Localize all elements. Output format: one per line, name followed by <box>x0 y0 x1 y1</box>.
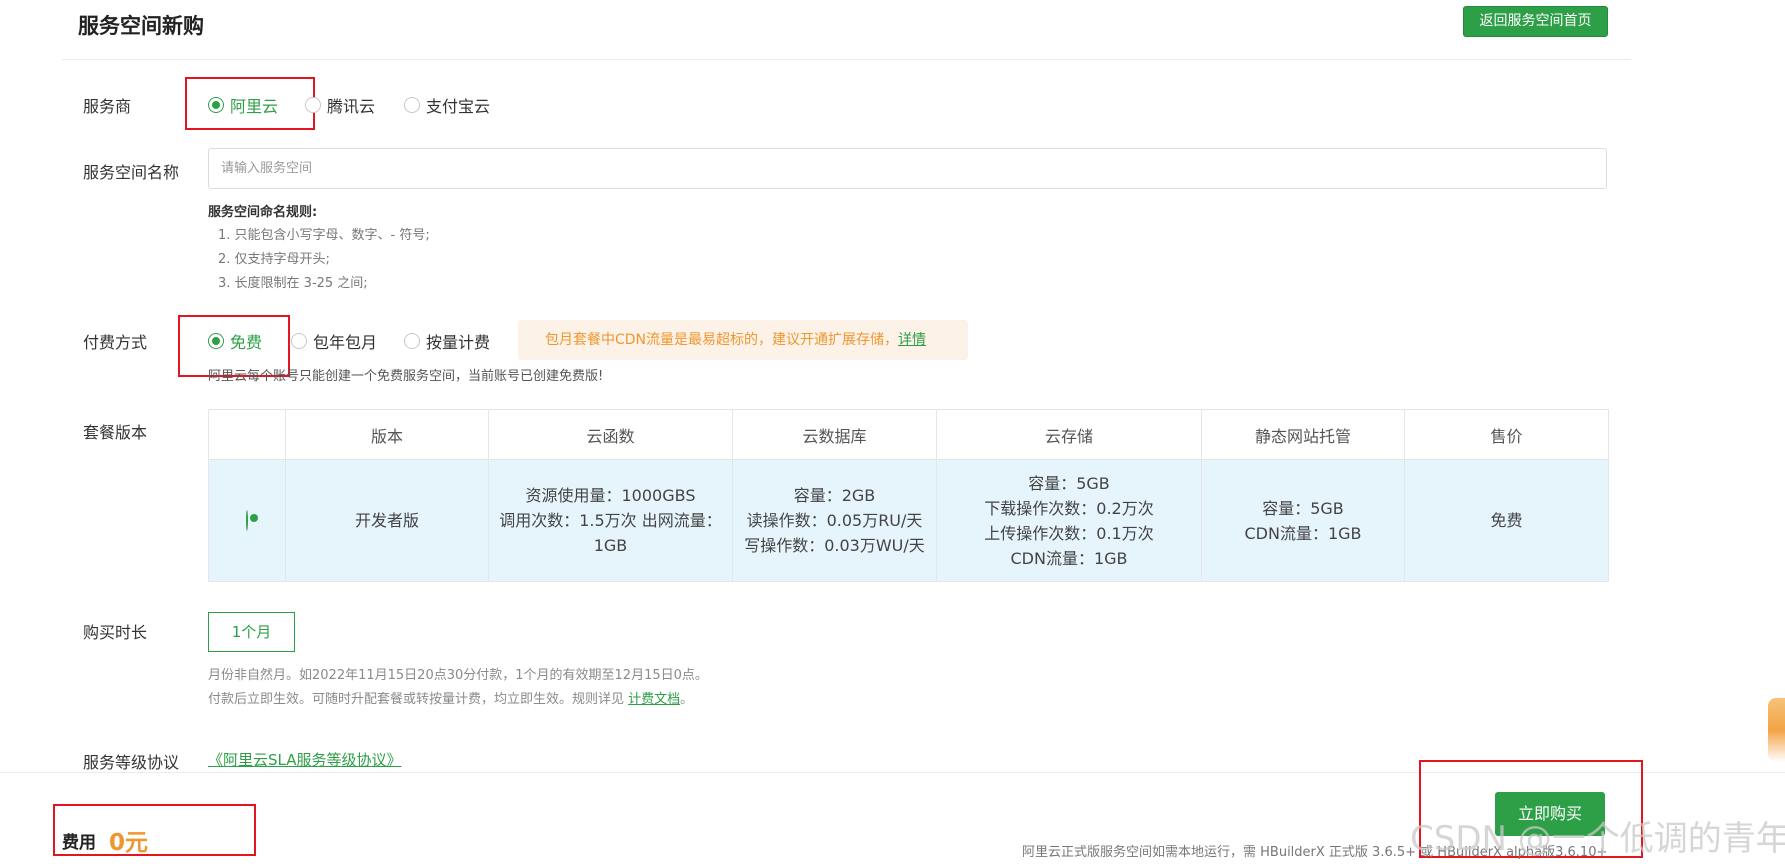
header-divider <box>62 59 1631 60</box>
naming-rule-item: 3. 长度限制在 3-25 之间; <box>218 276 368 291</box>
free-space-note: 阿里云每个账号只能创建一个免费服务空间，当前账号已创建免费版! <box>208 369 604 384</box>
plan-header-static-hosting: 静态网站托管 <box>1201 409 1405 460</box>
notice-details-link[interactable]: 详情 <box>898 332 926 348</box>
plan-cloud-db-cell: 容量：2GB 读操作数：0.05万RU/天 写操作数：0.03万WU/天 <box>732 459 937 582</box>
plan-detail-line: 容量：5GB <box>1262 498 1344 518</box>
fee-amount: 0元 <box>109 830 149 856</box>
plan-header-price: 售价 <box>1404 409 1609 460</box>
provider-option-label: 腾讯云 <box>327 97 376 116</box>
plan-header-cloud-db: 云数据库 <box>732 409 937 460</box>
plan-detail-line: 下载操作次数：0.2万次 <box>984 498 1154 518</box>
plan-detail-line: 容量：5GB <box>1028 473 1110 493</box>
plan-table: 版本 云函数 云数据库 云存储 静态网站托管 售价 开发者版 资源使用量：100… <box>208 409 1609 582</box>
plan-static-hosting-cell: 容量：5GB CDN流量：1GB <box>1201 459 1405 582</box>
provider-option-label: 支付宝云 <box>426 97 491 116</box>
plan-cloud-function-cell: 资源使用量：1000GBS 调用次数：1.5万次 出网流量： 1GB <box>488 459 733 582</box>
sla-agreement-link[interactable]: 《阿里云SLA服务等级协议》 <box>208 749 402 770</box>
radio-unchecked-icon <box>404 97 420 113</box>
table-row[interactable]: 开发者版 资源使用量：1000GBS 调用次数：1.5万次 出网流量： 1GB … <box>208 459 1609 582</box>
radio-unchecked-icon <box>404 333 420 349</box>
plan-header-select <box>208 409 286 460</box>
plan-select-cell[interactable] <box>208 459 286 582</box>
payment-option-label: 包年包月 <box>313 333 378 352</box>
plan-select-radio[interactable] <box>246 508 248 533</box>
plan-detail-line: 容量：2GB <box>793 486 876 505</box>
plan-detail-line: 资源使用量：1000GBS <box>525 486 696 505</box>
page-title: 服务空间新购 <box>78 14 204 38</box>
duration-billing-note-suffix: 。 <box>680 692 694 707</box>
provider-option-aliyun[interactable]: 阿里云 <box>208 93 278 117</box>
naming-rule-item: 1. 只能包含小写字母、数字、- 符号; <box>218 228 430 243</box>
plan-detail-line: CDN流量：1GB <box>1010 548 1128 568</box>
radio-checked-icon <box>246 510 248 531</box>
space-name-input[interactable] <box>208 148 1607 189</box>
payment-option-monthly[interactable]: 包年包月 <box>291 329 377 353</box>
payment-option-label: 免费 <box>230 333 263 352</box>
duration-label: 购买时长 <box>83 623 148 642</box>
plan-header-version: 版本 <box>285 409 489 460</box>
provider-option-tencent[interactable]: 腾讯云 <box>305 93 375 117</box>
provider-label: 服务商 <box>83 97 132 116</box>
duration-billing-note: 付款后立即生效。可随时升配套餐或转按量计费，均立即生效。规则详见 计费文档。 <box>208 688 693 707</box>
payment-option-pay-as-you-go[interactable]: 按量计费 <box>404 329 490 353</box>
duration-option-1-month[interactable]: 1个月 <box>208 612 295 652</box>
plan-detail-line: 读操作数：0.05万RU/天 <box>746 511 923 530</box>
plan-label: 套餐版本 <box>83 423 148 442</box>
mascot-icon[interactable] <box>1768 698 1785 762</box>
plan-header-cloud-function: 云函数 <box>488 409 733 460</box>
plan-price-cell: 免费 <box>1404 459 1609 582</box>
plan-detail-line: 1GB <box>593 536 628 555</box>
payment-option-label: 按量计费 <box>426 333 491 352</box>
duration-billing-note-text: 付款后立即生效。可随时升配套餐或转按量计费，均立即生效。规则详见 <box>208 692 629 707</box>
radio-unchecked-icon <box>305 97 321 113</box>
billing-doc-link[interactable]: 计费文档 <box>628 692 680 707</box>
radio-checked-icon <box>208 97 224 113</box>
plan-table-header: 版本 云函数 云数据库 云存储 静态网站托管 售价 <box>208 409 1609 460</box>
plan-cloud-storage-cell: 容量：5GB 下载操作次数：0.2万次 上传操作次数：0.1万次 CDN流量：1… <box>936 459 1202 582</box>
radio-checked-icon <box>208 333 224 349</box>
plan-detail-line: 写操作数：0.03万WU/天 <box>744 536 925 555</box>
payment-option-free[interactable]: 免费 <box>208 329 262 353</box>
back-to-home-button[interactable]: 返回服务空间首页 <box>1463 6 1608 37</box>
plan-version-cell: 开发者版 <box>285 459 489 582</box>
radio-unchecked-icon <box>291 333 307 349</box>
provider-option-alipay[interactable]: 支付宝云 <box>404 93 490 117</box>
plan-detail-line: 调用次数：1.5万次 出网流量： <box>499 511 722 530</box>
payment-label: 付费方式 <box>83 333 148 352</box>
csdn-watermark: CSDN @一个低调的青年 <box>1410 819 1785 859</box>
naming-rule-item: 2. 仅支持字母开头; <box>218 252 330 267</box>
plan-detail-line: CDN流量：1GB <box>1244 523 1362 543</box>
cdn-notice: 包月套餐中CDN流量是最易超标的，建议开通扩展存储，详情 <box>518 320 968 360</box>
naming-rules-title: 服务空间命名规则: <box>208 205 318 220</box>
sla-label: 服务等级协议 <box>83 753 180 772</box>
provider-option-label: 阿里云 <box>230 97 279 116</box>
space-name-label: 服务空间名称 <box>83 163 180 182</box>
duration-note: 月份非自然月。如2022年11月15日20点30分付款，1个月的有效期至12月1… <box>208 668 708 683</box>
fee-label: 费用 <box>62 833 96 853</box>
plan-header-cloud-storage: 云存储 <box>936 409 1202 460</box>
plan-detail-line: 上传操作次数：0.1万次 <box>984 523 1154 543</box>
cdn-notice-text: 包月套餐中CDN流量是最易超标的，建议开通扩展存储， <box>545 332 899 348</box>
